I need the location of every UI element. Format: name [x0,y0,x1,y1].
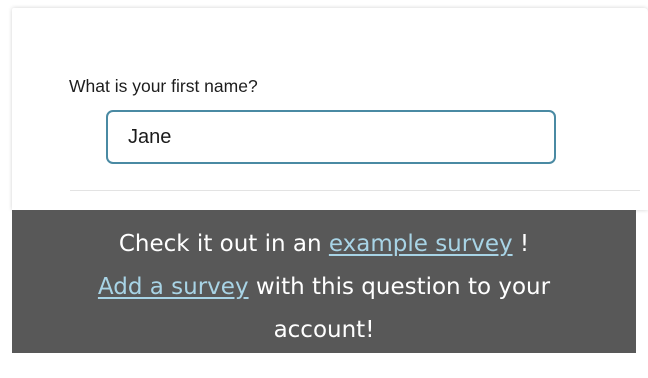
banner-line-1: Check it out in an example survey ! [12,223,636,266]
info-banner: Check it out in an example survey ! Add … [12,210,636,353]
banner-line-3: account! [273,317,375,343]
question-preview-card: What is your first name? [12,8,648,210]
divider [70,190,640,191]
banner-text-suffix: ! [519,231,530,257]
banner-text-rest: with this question to your [255,274,551,300]
example-survey-link[interactable]: example survey [329,231,513,257]
banner-line-2: Add a survey with this question to your [12,266,636,309]
banner-text-prefix: Check it out in an [118,231,322,257]
add-survey-link[interactable]: Add a survey [98,274,249,300]
first-name-input[interactable] [106,110,556,164]
question-label: What is your first name? [69,76,258,96]
